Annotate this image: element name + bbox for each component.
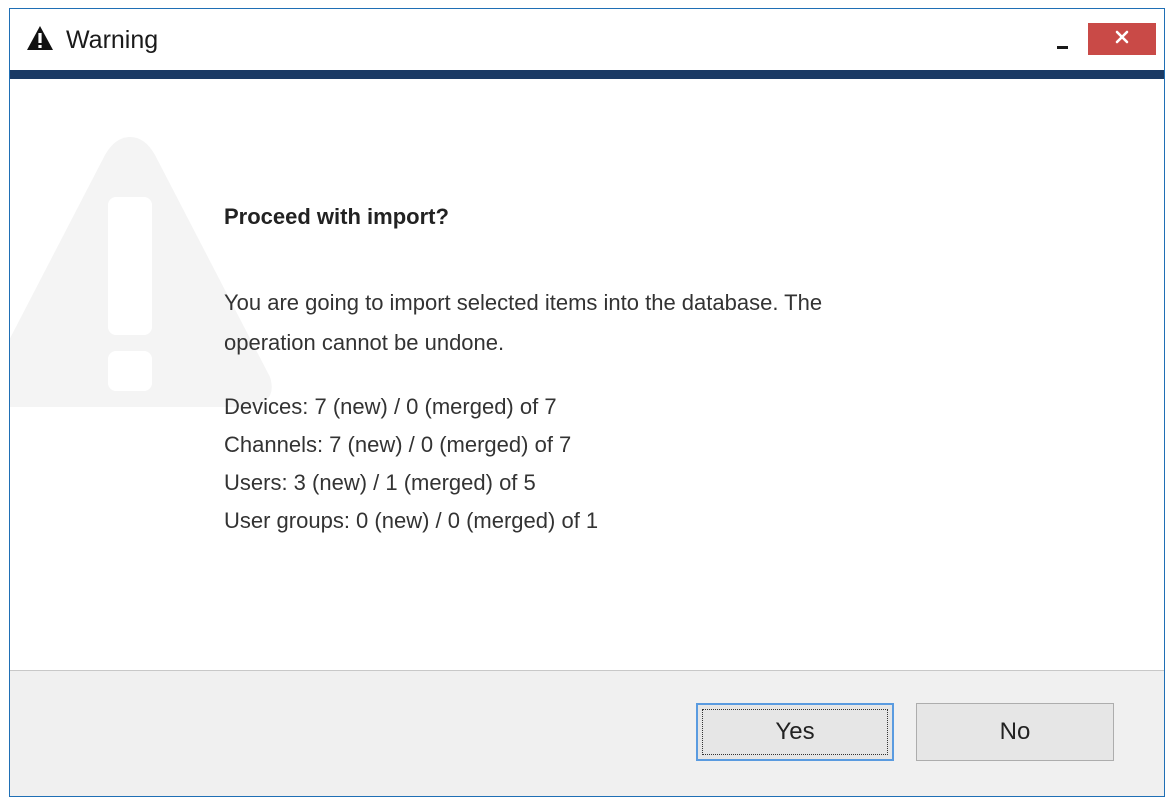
dialog-footer: Yes No xyxy=(10,670,1164,796)
focus-ring xyxy=(702,709,888,755)
dialog-text: Proceed with import? You are going to im… xyxy=(224,203,1044,540)
close-button[interactable] xyxy=(1088,23,1156,55)
no-button[interactable]: No xyxy=(916,703,1114,761)
close-icon xyxy=(1114,29,1130,50)
window-title: Warning xyxy=(66,26,159,54)
warning-triangle-icon xyxy=(26,25,54,51)
import-stats: Devices: 7 (new) / 0 (merged) of 7 Chann… xyxy=(224,388,1044,540)
minimize-icon xyxy=(1056,45,1068,49)
no-button-label: No xyxy=(999,718,1031,745)
stat-channels: Channels: 7 (new) / 0 (merged) of 7 xyxy=(224,432,572,457)
message-line-1: You are going to import selected items i… xyxy=(224,290,823,315)
dialog-heading: Proceed with import? xyxy=(224,204,449,229)
accent-bar xyxy=(10,70,1164,79)
minimize-button[interactable] xyxy=(1044,23,1080,57)
warning-dialog: Warning Proceed with import? You are goi… xyxy=(9,8,1165,797)
dialog-message: You are going to import selected items i… xyxy=(224,283,1044,363)
yes-button[interactable]: Yes xyxy=(696,703,894,761)
stat-devices: Devices: 7 (new) / 0 (merged) of 7 xyxy=(224,394,557,419)
dialog-content: Proceed with import? You are going to im… xyxy=(10,79,1164,670)
stat-users: Users: 3 (new) / 1 (merged) of 5 xyxy=(224,470,536,495)
message-line-2: operation cannot be undone. xyxy=(224,330,505,355)
title-bar[interactable]: Warning xyxy=(10,9,1164,70)
stat-user-groups: User groups: 0 (new) / 0 (merged) of 1 xyxy=(224,508,599,533)
